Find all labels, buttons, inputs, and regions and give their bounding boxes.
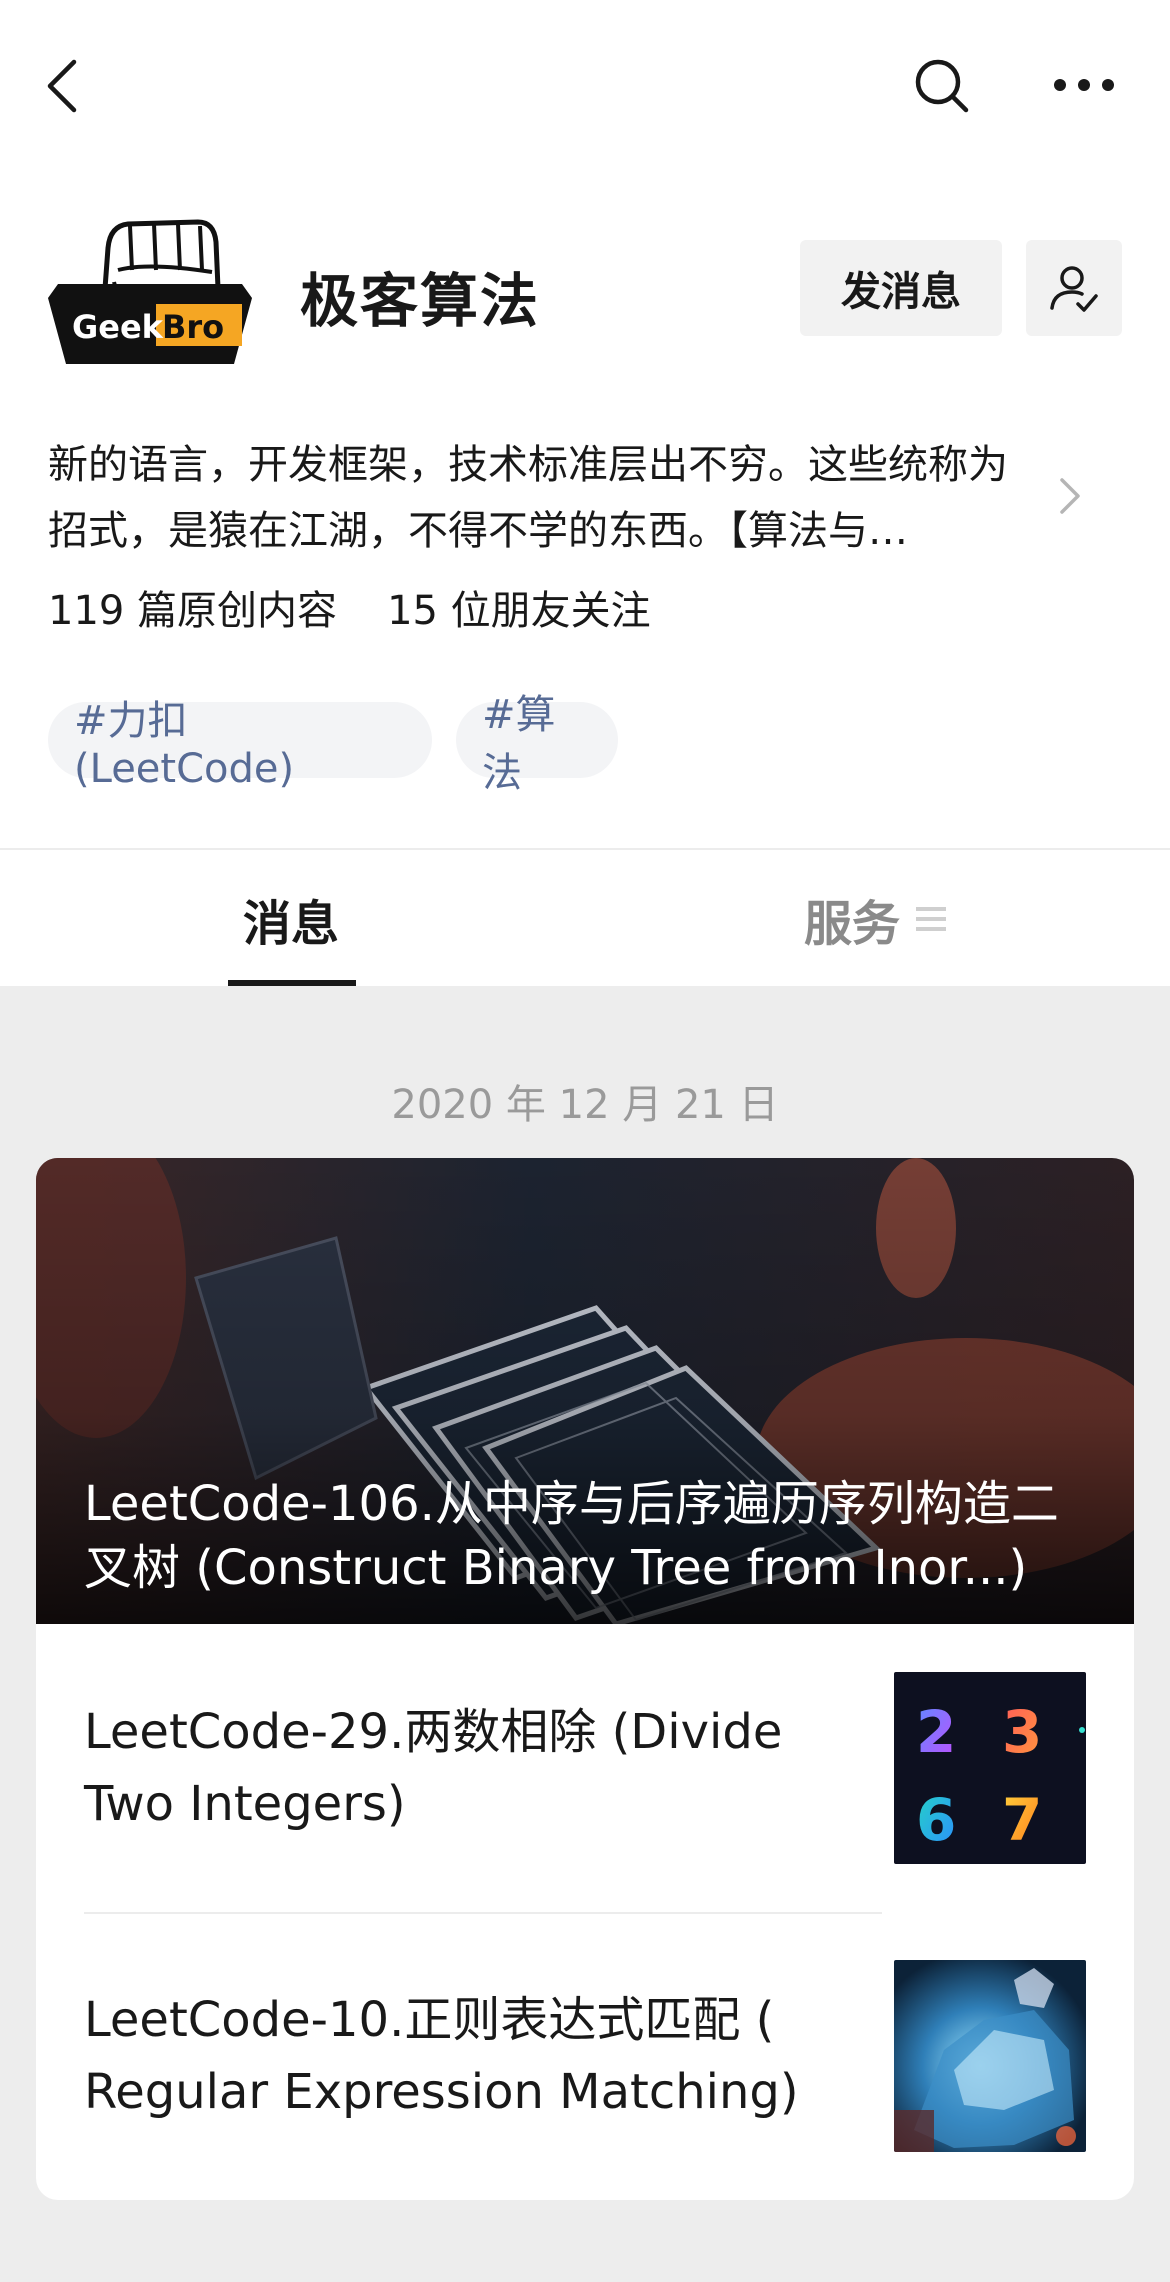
list-divider	[84, 1912, 882, 1914]
svg-text:Geek: Geek	[72, 308, 164, 346]
back-button[interactable]	[44, 56, 84, 116]
account-stats: 119 篇原创内容 15 位朋友关注	[48, 578, 651, 636]
send-message-button[interactable]: 发消息	[800, 240, 1002, 336]
follow-status-button[interactable]	[1026, 240, 1122, 336]
avatar[interactable]: Geek Bro	[48, 218, 252, 366]
tab-services-label: 服务	[804, 896, 901, 952]
more-horizontal-icon	[1054, 79, 1114, 91]
svg-text:7: 7	[1002, 1786, 1042, 1854]
game-art-thumbnail-image	[894, 1960, 1086, 2152]
svg-text:3: 3	[1002, 1698, 1042, 1766]
digits-thumbnail-image: 2 3 6 7	[894, 1672, 1086, 1864]
tag-leetcode[interactable]: #力扣 (LeetCode)	[48, 698, 432, 792]
tab-services[interactable]: 服务	[804, 884, 947, 954]
feed-date: 2020 年 12 月 21 日	[391, 1082, 779, 1128]
user-check-icon	[1050, 266, 1098, 312]
account-description[interactable]: 新的语言，开发框架，技术标准层出不穷。这些统称为招式，是猿在江湖，不得不学的东西…	[48, 432, 1040, 564]
cover-article[interactable]: LeetCode-106.从中序与后序遍历序列构造二叉树 (Construct …	[36, 1158, 1134, 1627]
article-card: LeetCode-106.从中序与后序遍历序列构造二叉树 (Construct …	[36, 1158, 1134, 2200]
svg-text:6: 6	[916, 1786, 956, 1854]
svg-text:2: 2	[916, 1698, 956, 1766]
profile-header: Geek Bro 极客算法 发消息 新的语言，开发框架，技术标准层出不穷。这些统…	[0, 0, 1170, 986]
section-divider	[0, 848, 1170, 850]
chevron-left-icon	[47, 59, 77, 113]
cover-article-title: LeetCode-106.从中序与后序遍历序列构造二叉树 (Construct …	[84, 1476, 1059, 1596]
tab-messages[interactable]: 消息	[226, 884, 356, 954]
article-thumbnail[interactable]: 2 3 6 7	[894, 1672, 1086, 1864]
article-thumbnail[interactable]	[894, 1960, 1086, 2152]
search-button[interactable]	[912, 56, 972, 116]
account-name: 极客算法	[300, 267, 541, 335]
svg-text:Bro: Bro	[162, 308, 224, 346]
search-icon	[915, 59, 969, 113]
article-title-regular-expression-matching[interactable]: LeetCode-10.正则表达式匹配 ( Regular Expression…	[84, 1984, 854, 2128]
tag-algorithm[interactable]: #算法	[456, 692, 618, 796]
article-title-divide-two-integers[interactable]: LeetCode-29.两数相除 (Divide Two Integers)	[84, 1696, 854, 1840]
menu-icon	[916, 907, 947, 931]
more-button[interactable]	[1052, 70, 1116, 100]
fist-logo-icon: Geek Bro	[48, 219, 252, 364]
original-content-count: 119 篇原创内容	[48, 588, 338, 634]
chevron-right-icon	[1060, 478, 1080, 514]
description-expand[interactable]	[1054, 474, 1084, 518]
friends-following-count[interactable]: 15 位朋友关注	[387, 578, 651, 636]
active-tab-indicator	[228, 980, 356, 986]
